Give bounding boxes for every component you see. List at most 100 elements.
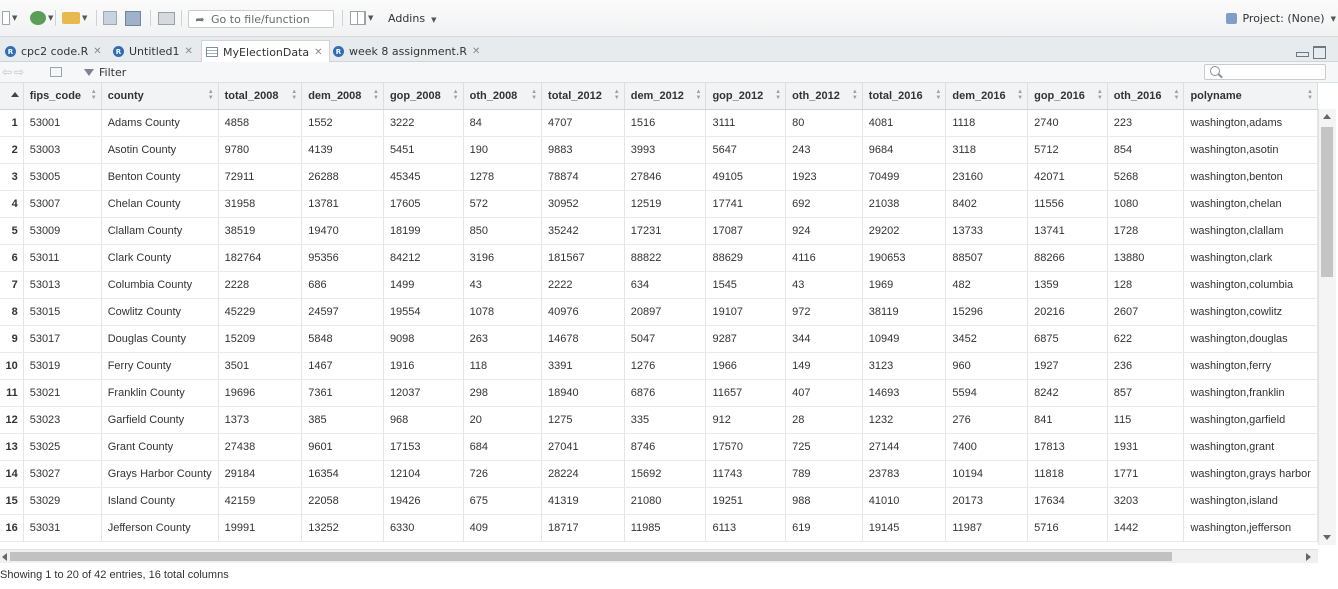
table-cell-polyname: washington,adams [1183, 109, 1318, 137]
row-number: 8 [0, 298, 24, 326]
r-file-icon: R [5, 46, 16, 57]
minimize-icon[interactable] [1296, 52, 1309, 57]
goto-file-function-input[interactable]: ➦ Go to file/function [188, 10, 334, 28]
column-header-total-2008[interactable]: total_2008 ▲ ▼ [218, 83, 303, 110]
column-header-polyname[interactable]: polyname ▲ ▼ [1183, 83, 1318, 110]
r-file-icon: R [113, 46, 124, 57]
maximize-icon[interactable] [1313, 46, 1326, 59]
column-header-dem-2008[interactable]: dem_2008 ▲ ▼ [301, 83, 384, 110]
table-cell-total-2008: 29184 [218, 460, 303, 488]
table-cell-total-2016: 1232 [862, 406, 947, 434]
table-cell-dem-2016: 11987 [945, 514, 1029, 542]
table-cell-total-2008: 72911 [218, 163, 303, 191]
project-menu[interactable]: Project: (None) ▼ [1226, 12, 1336, 25]
addins-menu[interactable]: Addins ▼ [388, 12, 436, 25]
column-header-oth-2012[interactable]: oth_2012 ▲ ▼ [785, 83, 863, 110]
row-number: 11 [0, 379, 24, 407]
filter-button[interactable]: Filter [84, 66, 126, 79]
tab-cpc2-code[interactable]: R cpc2 code.R ✕ [0, 40, 109, 62]
table-row[interactable]: 7 53013 Columbia County 2228 686 1499 43 2222 63… [0, 271, 1318, 299]
table-cell-oth-2008: 726 [463, 460, 543, 488]
table-cell-total-2012: 18717 [541, 514, 625, 542]
column-header-oth-2008[interactable]: oth_2008 ▲ ▼ [463, 83, 543, 110]
horizontal-scrollbar[interactable] [0, 549, 1318, 563]
table-cell-gop-2012: 17741 [705, 190, 787, 218]
close-icon[interactable]: ✕ [185, 46, 193, 57]
column-header-oth-2016[interactable]: oth_2016 ▲ ▼ [1107, 83, 1185, 110]
tab-myelectiondata[interactable]: MyElectionData ✕ [201, 40, 330, 63]
table-cell-oth-2016: 5268 [1107, 163, 1185, 191]
column-header-gop-2012[interactable]: gop_2012 ▲ ▼ [705, 83, 787, 110]
search-input[interactable] [1204, 64, 1326, 80]
new-file-button[interactable]: ▼ [2, 9, 17, 27]
table-cell-polyname: washington,garfield [1183, 406, 1318, 434]
table-row[interactable]: 14 53027 Grays Harbor County 29184 16354 1210… [0, 460, 1318, 488]
table-row[interactable]: 1 53001 Adams County 4858 1552 3222 84 4707 1516… [0, 109, 1318, 137]
column-header-fips-code[interactable]: fips_code ▲ ▼ [23, 83, 102, 110]
table-cell-gop-2012: 88629 [705, 244, 787, 272]
open-file-button[interactable]: ▼ [62, 9, 87, 27]
table-cell-dem-2016: 276 [945, 406, 1029, 434]
table-row[interactable]: 4 53007 Chelan County 31958 13781 17605 572 309… [0, 190, 1318, 218]
pane-layout-button[interactable]: ▼ [350, 9, 373, 27]
table-cell-polyname: washington,cowlitz [1183, 298, 1318, 326]
table-row[interactable]: 10 53019 Ferry County 3501 1467 1916 118 3391 12… [0, 352, 1318, 380]
table-cell-oth-2012: 789 [785, 460, 863, 488]
column-header-total-2016[interactable]: total_2016 ▲ ▼ [862, 83, 947, 110]
row-number: 16 [0, 514, 24, 542]
scroll-right-icon[interactable] [1306, 553, 1311, 561]
close-icon[interactable]: ✕ [472, 46, 480, 57]
tab-week8-assignment[interactable]: R week 8 assignment.R ✕ [328, 40, 487, 62]
close-icon[interactable]: ✕ [314, 47, 322, 58]
back-forward-icon[interactable]: ⇦⇨ [2, 65, 26, 79]
table-cell-gop-2008: 6330 [383, 514, 464, 542]
column-header-total-2012[interactable]: total_2012 ▲ ▼ [541, 83, 625, 110]
table-row[interactable]: 6 53011 Clark County 182764 95356 84212 3196 18… [0, 244, 1318, 272]
close-icon[interactable]: ✕ [93, 46, 101, 57]
table-row[interactable]: 8 53015 Cowlitz County 45229 24597 19554 1078 4… [0, 298, 1318, 326]
data-table: fips_code ▲ ▼ county ▲ ▼ total_2008 ▲ ▼ dem_2008 ▲… [0, 83, 1318, 542]
horizontal-scroll-thumb[interactable] [10, 552, 1172, 561]
row-number-header[interactable] [0, 83, 24, 110]
table-cell-gop-2008: 19554 [383, 298, 464, 326]
table-cell-county: Jefferson County [101, 514, 219, 542]
scroll-left-icon[interactable] [2, 553, 7, 561]
table-row[interactable]: 13 53025 Grant County 27438 9601 17153 684 2704… [0, 433, 1318, 461]
tab-untitled1[interactable]: R Untitled1 ✕ [108, 40, 200, 62]
table-row[interactable]: 11 53021 Franklin County 19696 7361 12037 298 1… [0, 379, 1318, 407]
table-cell-gop-2012: 17570 [705, 433, 787, 461]
table-row[interactable]: 3 53005 Benton County 72911 26288 45345 1278 78… [0, 163, 1318, 191]
popout-icon[interactable] [50, 67, 62, 77]
save-all-button[interactable] [125, 9, 141, 27]
table-cell-oth-2008: 84 [463, 109, 543, 137]
table-cell-gop-2016: 1927 [1027, 352, 1108, 380]
table-row[interactable]: 9 53017 Douglas County 15209 5848 9098 263 1467… [0, 325, 1318, 353]
table-row[interactable]: 15 53029 Island County 42159 22058 19426 675 41… [0, 487, 1318, 515]
vertical-scroll-thumb[interactable] [1321, 127, 1333, 277]
table-cell-gop-2016: 1359 [1027, 271, 1108, 299]
table-row[interactable]: 12 53023 Garfield County 1373 385 968 20 1275 33… [0, 406, 1318, 434]
print-button[interactable] [158, 9, 175, 27]
column-header-gop-2016[interactable]: gop_2016 ▲ ▼ [1027, 83, 1108, 110]
vertical-scrollbar[interactable] [1318, 109, 1336, 545]
sort-icon: ▲ ▼ [207, 89, 214, 101]
table-cell-dem-2008: 19470 [301, 217, 384, 245]
table-row[interactable]: 2 53003 Asotin County 9780 4139 5451 190 9883 39… [0, 136, 1318, 164]
column-header-dem-2016[interactable]: dem_2016 ▲ ▼ [945, 83, 1029, 110]
table-cell-county: Grays Harbor County [101, 460, 219, 488]
column-header-gop-2008[interactable]: gop_2008 ▲ ▼ [383, 83, 464, 110]
save-button[interactable] [103, 9, 117, 27]
table-row[interactable]: 5 53009 Clallam County 38519 19470 18199 850 35… [0, 217, 1318, 245]
table-cell-total-2008: 38519 [218, 217, 303, 245]
column-header-dem-2012[interactable]: dem_2012 ▲ ▼ [624, 83, 707, 110]
column-header-county[interactable]: county ▲ ▼ [101, 83, 219, 110]
scroll-up-icon[interactable] [1323, 114, 1331, 119]
new-project-button[interactable]: ▼ [30, 9, 53, 27]
sort-icon: ▲ ▼ [1173, 89, 1180, 101]
table-cell-dem-2012: 12519 [624, 190, 707, 218]
scroll-down-icon[interactable] [1323, 535, 1331, 540]
table-row[interactable]: 16 53031 Jefferson County 19991 13252 6330 409… [0, 514, 1318, 542]
table-cell-dem-2008: 1552 [301, 109, 384, 137]
table-cell-dem-2008: 1467 [301, 352, 384, 380]
table-cell-total-2012: 28224 [541, 460, 625, 488]
